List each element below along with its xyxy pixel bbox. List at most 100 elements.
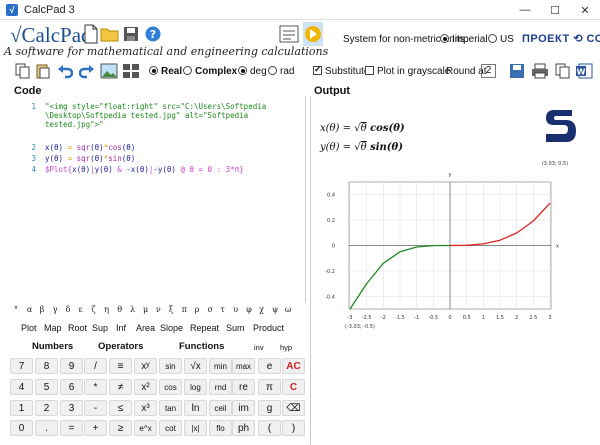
function-button-map[interactable]: Map	[44, 323, 62, 333]
complex-mode-radio[interactable]: Complex	[183, 66, 237, 77]
keypad-key[interactable]: )	[282, 420, 305, 436]
keypad-key[interactable]: ≥	[109, 420, 132, 436]
greek-letter-button[interactable]: γ	[53, 305, 58, 314]
keypad-key[interactable]: =	[60, 420, 83, 436]
greek-letter-button[interactable]: φ	[246, 305, 252, 314]
code-editor[interactable]: 1 "<img style="float:right" src="C:\Users…	[0, 96, 306, 302]
help-icon[interactable]: ?	[144, 24, 162, 44]
keypad-key[interactable]: ⌫	[282, 400, 305, 416]
copy-icon[interactable]	[15, 63, 31, 79]
keypad-key[interactable]: 6	[60, 379, 83, 395]
greek-letter-button[interactable]: χ	[259, 305, 264, 314]
units-imperial-radio[interactable]: Imperial	[440, 34, 488, 45]
grayscale-checkbox[interactable]: Plot in grayscale	[365, 66, 450, 77]
save-output-icon[interactable]	[509, 63, 525, 79]
greek-letter-button[interactable]: β	[40, 305, 45, 314]
function-button-root[interactable]: Root	[68, 323, 87, 333]
copy-output-icon[interactable]	[555, 63, 571, 79]
function-button-product[interactable]: Product	[253, 323, 284, 333]
keypad-key[interactable]: cot	[159, 420, 182, 436]
function-button-sum[interactable]: Sum	[226, 323, 245, 333]
keypad-key[interactable]: g	[258, 400, 281, 416]
greek-letter-button[interactable]: υ	[233, 305, 238, 314]
rad-radio[interactable]: rad	[268, 66, 294, 77]
keypad-key[interactable]: e^x	[134, 420, 157, 436]
inv-toggle[interactable]: inv	[254, 343, 264, 352]
grid-view-icon[interactable]	[122, 63, 140, 79]
keypad-key[interactable]: ≤	[109, 400, 132, 416]
keypad-key[interactable]: ceil	[209, 400, 232, 416]
image-icon[interactable]	[100, 63, 118, 79]
deg-radio[interactable]: deg	[238, 66, 267, 77]
keypad-key[interactable]: π	[258, 379, 281, 395]
keypad-key[interactable]: (	[258, 420, 281, 436]
maximize-button[interactable]: ☐	[540, 0, 570, 20]
close-button[interactable]: ✕	[570, 0, 600, 20]
function-button-inf[interactable]: Inf	[116, 323, 126, 333]
greek-letter-button[interactable]: ε	[79, 305, 83, 314]
keypad-key[interactable]: re	[232, 379, 255, 395]
greek-letter-button[interactable]: ω	[285, 305, 292, 314]
keypad-key[interactable]: e	[258, 358, 281, 374]
run-button-icon[interactable]	[303, 22, 323, 46]
greek-letter-button[interactable]: ζ	[91, 305, 95, 314]
function-button-area[interactable]: Area	[136, 323, 155, 333]
keypad-key[interactable]: |x|	[184, 420, 207, 436]
keypad-key[interactable]: xʸ	[134, 358, 157, 374]
keypad-key[interactable]: tan	[159, 400, 182, 416]
keypad-key[interactable]: 9	[60, 358, 83, 374]
keypad-key[interactable]: +	[84, 420, 107, 436]
open-folder-icon[interactable]	[100, 24, 120, 44]
paste-icon[interactable]	[35, 63, 51, 79]
greek-letter-button[interactable]: °	[14, 305, 18, 314]
keypad-key[interactable]: 7	[10, 358, 33, 374]
keypad-key[interactable]: im	[232, 400, 255, 416]
keypad-key[interactable]: /	[84, 358, 107, 374]
greek-letter-button[interactable]: ρ	[195, 305, 200, 314]
keypad-key[interactable]: 4	[10, 379, 33, 395]
keypad-key[interactable]: √x	[184, 358, 207, 374]
keypad-key[interactable]: 2	[35, 400, 58, 416]
keypad-key[interactable]: *	[84, 379, 107, 395]
greek-letter-button[interactable]: λ	[130, 305, 135, 314]
keypad-key[interactable]: AC	[282, 358, 305, 374]
function-button-repeat[interactable]: Repeat	[190, 323, 219, 333]
round-input[interactable]: 2	[481, 64, 496, 78]
print-icon[interactable]	[531, 63, 549, 79]
keypad-key[interactable]: x³	[134, 400, 157, 416]
greek-letter-button[interactable]: τ	[220, 305, 224, 314]
keypad-key[interactable]: 5	[35, 379, 58, 395]
real-mode-radio[interactable]: Real	[149, 66, 182, 77]
keypad-key[interactable]: .	[35, 420, 58, 436]
keypad-key[interactable]: 1	[10, 400, 33, 416]
greek-letter-button[interactable]: θ	[117, 305, 122, 314]
hyp-toggle[interactable]: hyp	[280, 343, 292, 352]
keypad-key[interactable]: 3	[60, 400, 83, 416]
new-file-icon[interactable]	[82, 24, 100, 44]
keypad-key[interactable]: ph	[232, 420, 255, 436]
keypad-key[interactable]: ln	[184, 400, 207, 416]
greek-letter-button[interactable]: μ	[143, 305, 148, 314]
keypad-key[interactable]: rnd	[209, 379, 232, 395]
function-button-plot[interactable]: Plot	[21, 323, 37, 333]
keypad-key[interactable]: ≡	[109, 358, 132, 374]
greek-letter-button[interactable]: ν	[156, 305, 161, 314]
substitute-checkbox[interactable]: Substitute	[313, 64, 369, 77]
keypad-key[interactable]: 0	[10, 420, 33, 436]
keypad-key[interactable]: -	[84, 400, 107, 416]
keypad-key[interactable]: log	[184, 379, 207, 395]
greek-letter-button[interactable]: δ	[66, 305, 71, 314]
greek-letter-button[interactable]: ψ	[272, 305, 278, 314]
units-us-radio[interactable]: US	[488, 34, 514, 45]
keypad-key[interactable]: C	[282, 379, 305, 395]
keypad-key[interactable]: flo	[209, 420, 232, 436]
redo-icon[interactable]	[79, 63, 95, 79]
save-icon[interactable]	[122, 24, 140, 44]
function-button-slope[interactable]: Slope	[160, 323, 183, 333]
function-button-sup[interactable]: Sup	[92, 323, 108, 333]
minimize-button[interactable]: —	[510, 0, 540, 20]
greek-letter-button[interactable]: α	[27, 305, 32, 314]
keypad-key[interactable]: cos	[159, 379, 182, 395]
undo-icon[interactable]	[57, 63, 73, 79]
greek-letter-button[interactable]: η	[104, 305, 109, 314]
